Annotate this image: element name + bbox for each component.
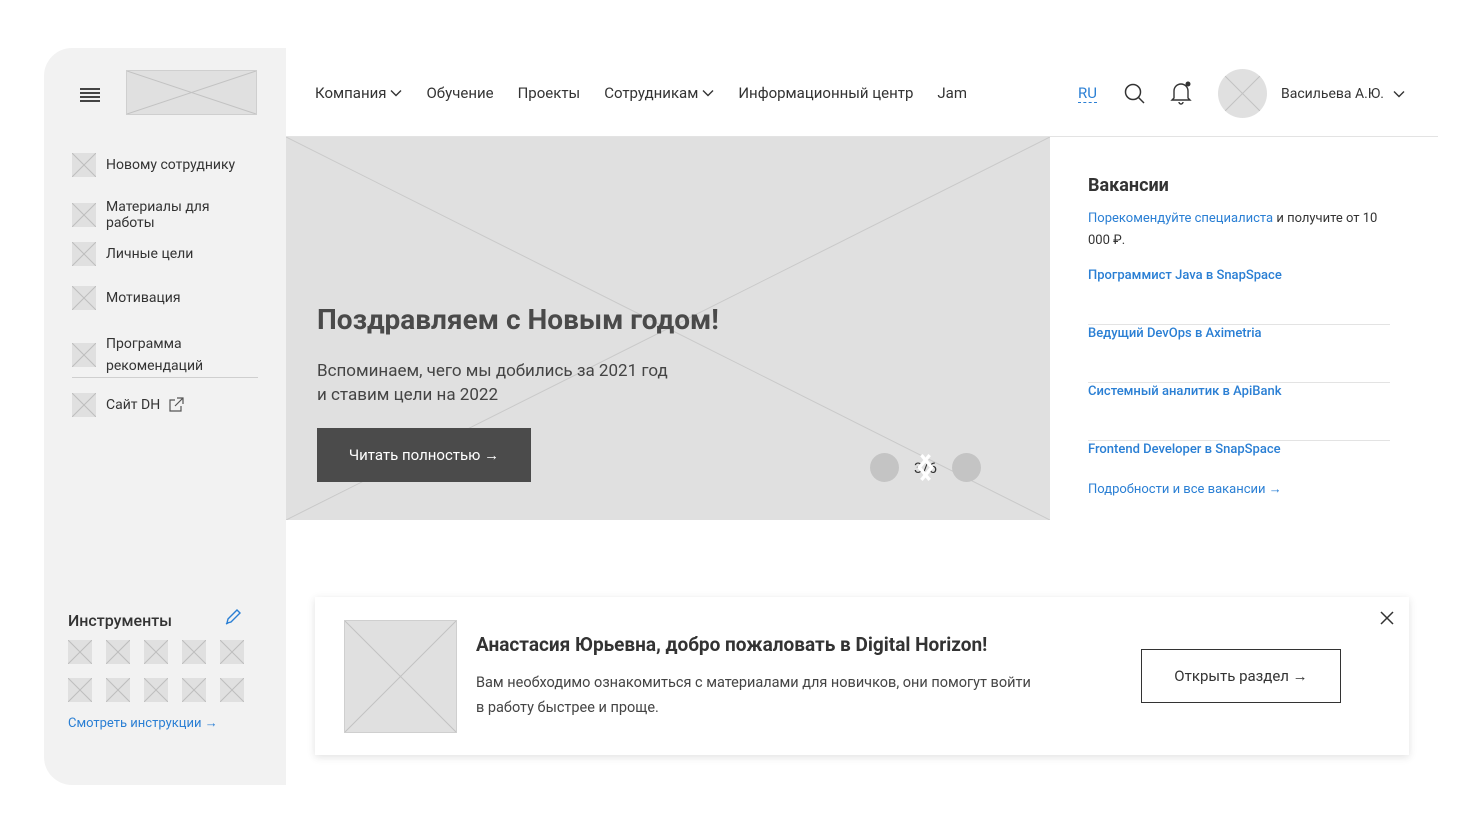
welcome-image [344,620,457,733]
hero-subtitle-line: Вспоминаем, чего мы добились за 2021 год [317,361,668,381]
tool-icon[interactable] [106,640,130,664]
avatar[interactable] [1218,69,1267,118]
user-name: Васильева А.Ю. [1281,86,1384,102]
nav-projects[interactable]: Проекты [518,84,581,102]
nav-education[interactable]: Обучение [426,84,493,102]
placeholder-icon [72,203,96,227]
tool-icon[interactable] [144,678,168,702]
welcome-title: Анастасия Юрьевна, добро пожаловать в Di… [476,633,988,656]
sidebar-item-new-employee[interactable]: Новому сотруднику [72,153,235,177]
placeholder-icon [72,393,96,417]
next-slide-button[interactable] [920,453,982,482]
top-nav: Компания Обучение Проекты Сотрудникам Ин… [315,84,991,102]
tool-icon[interactable] [68,678,92,702]
hero-subtitle-line: и ставим цели на 2022 [317,385,499,405]
nav-label: Проекты [517,84,581,102]
hero-subtitle: Вспоминаем, чего мы добились за 2021 год… [317,359,737,407]
chevron-down-icon [1393,91,1405,98]
vacancy-link[interactable]: Frontend Developer в SnapSpace [1088,442,1390,457]
external-link-icon [169,397,184,412]
hero-title: Поздравляем с Новым годом! [317,303,719,336]
sidebar-divider [72,377,258,378]
sidebar-item-label: Материалы для работы [106,199,210,231]
nav-info-center[interactable]: Информационный центр [738,84,913,102]
nav-label: Jam [937,84,967,102]
read-more-button[interactable]: Читать полностью → [317,428,531,482]
tools-instructions-link[interactable]: Смотреть инструкции → [68,715,218,731]
list-item: Программист Java в SnapSpace [1088,267,1390,325]
pencil-icon[interactable] [224,608,242,626]
vacancy-link[interactable]: Системный аналитик в ApiBank [1088,384,1390,399]
chevron-down-icon [390,90,402,97]
header: Компания Обучение Проекты Сотрудникам Ин… [286,48,1438,137]
vacancy-link[interactable]: Ведущий DevOps в Aximetria [1088,326,1390,341]
tool-icon[interactable] [220,678,244,702]
tool-icon[interactable] [182,640,206,664]
vacancies-title: Вакансии [1088,175,1169,196]
welcome-text: Вам необходимо ознакомиться с материалам… [476,674,1031,716]
placeholder-icon [72,286,96,310]
all-vacancies-link[interactable]: Подробности и все вакансии → [1088,481,1282,497]
sidebar: Новому сотруднику Материалы для работы Л… [44,48,286,785]
bell-icon[interactable] [1170,81,1192,105]
tool-icon[interactable] [68,640,92,664]
sidebar-item-label: Личные цели [106,246,194,262]
tools-title: Инструменты [68,611,173,630]
hero-banner: Поздравляем с Новым годом! Вспоминаем, ч… [286,137,1050,520]
nav-company[interactable]: Компания [315,84,402,102]
tool-icon[interactable] [220,640,244,664]
tool-icon[interactable] [144,640,168,664]
user-menu[interactable]: Васильева А.Ю. [1281,86,1405,102]
sidebar-item-label: Мотивация [106,290,181,306]
slider-pager: 3/6 [870,453,982,482]
placeholder-icon [72,343,96,367]
hamburger-icon[interactable] [80,88,100,102]
tool-icon[interactable] [106,678,130,702]
nav-label: Информационный центр [738,84,914,102]
sidebar-item-label: Сайт DH [106,397,161,413]
welcome-card: Анастасия Юрьевна, добро пожаловать в Di… [315,597,1409,755]
list-item: Системный аналитик в ApiBank [1088,383,1390,441]
nav-label: Компания [315,84,387,102]
vacancy-link[interactable]: Программист Java в SnapSpace [1088,268,1390,283]
nav-label: Обучение [426,84,494,102]
sidebar-item-referral[interactable]: Программа рекомендаций [72,333,226,377]
sidebar-item-label: Программа рекомендаций [106,336,204,374]
placeholder-icon [72,153,96,177]
sidebar-item-materials[interactable]: Материалы для работы [72,199,258,231]
vacancies-list: Программист Java в SnapSpace Ведущий Dev… [1088,267,1390,499]
nav-jam[interactable]: Jam [937,84,967,102]
nav-employees[interactable]: Сотрудникам [604,84,714,102]
open-section-button[interactable]: Открыть раздел → [1141,649,1341,703]
logo-placeholder[interactable] [126,70,257,115]
sidebar-item-motivation[interactable]: Мотивация [72,286,181,310]
chevron-right-icon [920,454,934,481]
vacancies-description: Порекомендуйте специалиста и получите от… [1088,208,1378,252]
placeholder-icon [72,242,96,266]
search-icon[interactable] [1124,83,1146,105]
nav-label: Сотрудникам [604,84,699,102]
sidebar-item-goals[interactable]: Личные цели [72,242,193,266]
language-switch[interactable]: RU [1078,85,1097,103]
close-icon[interactable] [1379,610,1395,626]
sidebar-item-site-dh[interactable]: Сайт DH [72,393,184,417]
tool-icon[interactable] [182,678,206,702]
list-item: Ведущий DevOps в Aximetria [1088,325,1390,383]
vacancies-panel: Вакансии Порекомендуйте специалиста и по… [1088,175,1390,497]
chevron-down-icon [702,90,714,97]
recommend-link[interactable]: Порекомендуйте специалиста [1088,211,1273,226]
sidebar-item-label: Новому сотруднику [106,157,236,173]
